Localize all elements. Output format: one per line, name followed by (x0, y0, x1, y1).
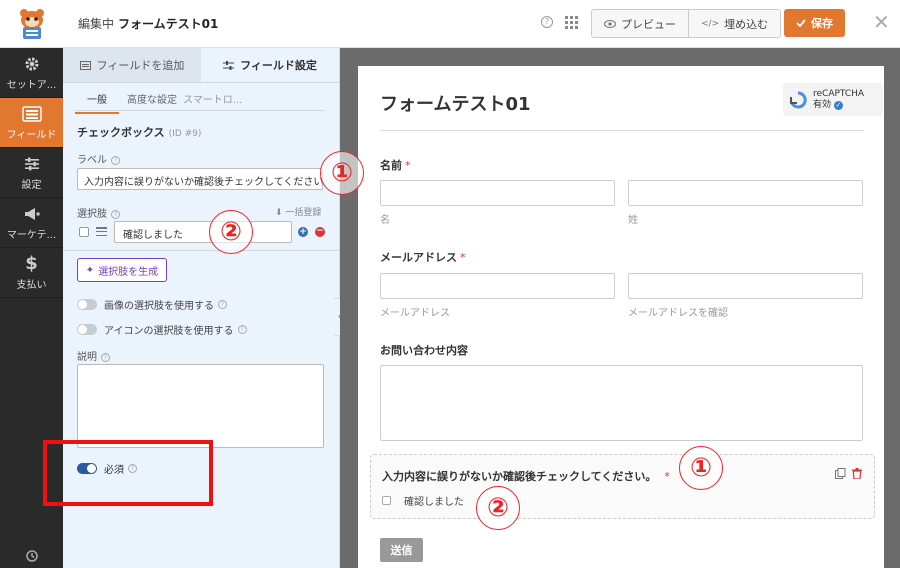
title-divider (380, 130, 864, 131)
name-label: 名前 * (380, 159, 411, 172)
page-title: 編集中 フォームテスト01 (78, 17, 219, 31)
apps-grid-icon[interactable] (565, 16, 578, 29)
choice-row: 確認しました + − (77, 221, 327, 243)
top-bar: 編集中 フォームテスト01 ? プレビュー </> 埋め込む 保存 ✕ (0, 0, 900, 48)
label-heading: ラベル? (77, 151, 120, 166)
image-choices-row: 画像の選択肢を使用する? (77, 297, 227, 312)
checkbox-option[interactable]: 確認しました (382, 493, 464, 508)
download-icon: ⬇ (275, 208, 283, 218)
sliders-icon (24, 155, 40, 173)
first-name-input[interactable] (380, 180, 615, 206)
submit-button[interactable]: 送信 (380, 538, 423, 562)
remove-choice-icon[interactable]: − (315, 227, 325, 237)
save-button[interactable]: 保存 (784, 9, 845, 37)
sidebar-item-marketing[interactable]: マーケテ... (0, 198, 63, 248)
wpforms-logo (0, 0, 63, 48)
email-confirm-input[interactable] (628, 273, 863, 299)
panel-tabs: フィールドを追加 フィールド設定 (63, 48, 339, 83)
image-choices-toggle[interactable] (77, 299, 97, 310)
help-icon[interactable]: ? (541, 16, 553, 28)
help-icon[interactable]: ? (111, 155, 120, 165)
sparkle-icon: ✦ (85, 264, 95, 276)
annotation-circle-1b: ① (679, 446, 723, 490)
preview-button[interactable]: プレビュー (592, 10, 688, 37)
email-sublabel: メールアドレス (380, 308, 450, 319)
form-title: フォームテスト01 (380, 94, 531, 115)
drag-handle-icon[interactable] (96, 227, 107, 236)
description-heading: 説明? (77, 348, 110, 363)
sliders-icon (223, 60, 235, 70)
verified-icon: ✓ (833, 100, 843, 110)
generate-choices-button[interactable]: ✦ 選択肢を生成 (77, 258, 167, 282)
close-icon[interactable]: ✕ (873, 12, 890, 32)
choice-default-checkbox[interactable] (79, 227, 89, 237)
annotation-circle-1: ① (320, 151, 364, 195)
subtab-divider (75, 110, 325, 111)
megaphone-icon (23, 205, 41, 223)
add-choice-icon[interactable]: + (298, 227, 308, 237)
recaptcha-icon (790, 90, 807, 108)
sidebar-item-setup[interactable]: セットア... (0, 48, 63, 98)
help-icon[interactable]: ? (101, 352, 110, 362)
code-icon: </> (701, 18, 720, 29)
check-icon (796, 19, 806, 27)
checkbox-question: 入力内容に誤りがないか確認後チェックしてください。 * (382, 470, 670, 483)
last-name-input[interactable] (628, 180, 863, 206)
fields-icon (21, 105, 42, 123)
gear-icon (24, 55, 40, 73)
email-label: メールアドレス * (380, 251, 466, 264)
list-icon (79, 60, 91, 70)
annotation-circle-2b: ② (476, 486, 520, 530)
inquiry-textarea[interactable] (380, 365, 863, 441)
checkbox-option-box[interactable] (382, 496, 391, 505)
checkbox-field[interactable]: 入力内容に誤りがないか確認後チェックしてください。 * 確認しました (370, 454, 875, 519)
dollar-icon: $ (25, 253, 38, 274)
field-section-title: チェックボックス (ID #9) (77, 126, 202, 139)
sidebar-item-settings[interactable]: 設定 (0, 148, 63, 198)
field-id: (ID #9) (168, 129, 202, 139)
form-name: フォームテスト01 (118, 17, 219, 31)
choices-heading: 選択肢? (77, 205, 120, 220)
trash-icon[interactable] (852, 468, 862, 482)
duplicate-icon[interactable] (835, 468, 846, 482)
help-icon[interactable]: ? (218, 300, 227, 309)
icon-choices-toggle[interactable] (77, 324, 97, 335)
tab-field-options[interactable]: フィールド設定 (201, 48, 339, 82)
choice-input[interactable]: 確認しました (114, 221, 292, 243)
section-divider (63, 250, 339, 251)
highlight-box (43, 440, 213, 506)
icon-choices-row: アイコンの選択肢を使用する? (77, 322, 247, 337)
email-confirm-sublabel: メールアドレスを確認 (628, 308, 728, 319)
history-icon[interactable] (0, 544, 63, 568)
recaptcha-badge: reCAPTCHA 有効 ✓ (783, 83, 883, 116)
bulk-add-link[interactable]: ⬇ 一括登録 (275, 205, 321, 218)
embed-button[interactable]: </> 埋め込む (688, 10, 780, 37)
sidebar-item-payments[interactable]: $ 支払い (0, 248, 63, 298)
tab-add-fields[interactable]: フィールドを追加 (63, 48, 201, 82)
help-icon[interactable]: ? (237, 325, 247, 334)
email-input[interactable] (380, 273, 615, 299)
sidebar-item-fields[interactable]: フィールド (0, 98, 63, 148)
label-input[interactable]: 入力内容に誤りがないか確認後チェックしてください (77, 168, 323, 190)
first-name-sublabel: 名 (380, 215, 390, 226)
help-icon[interactable]: ? (111, 209, 120, 219)
preview-embed-group: プレビュー </> 埋め込む (591, 9, 782, 38)
description-textarea[interactable] (77, 364, 324, 448)
inquiry-label: お問い合わせ内容 (380, 344, 468, 357)
annotation-circle-2: ② (209, 210, 253, 254)
eye-icon (604, 19, 616, 28)
last-name-sublabel: 姓 (628, 215, 638, 226)
